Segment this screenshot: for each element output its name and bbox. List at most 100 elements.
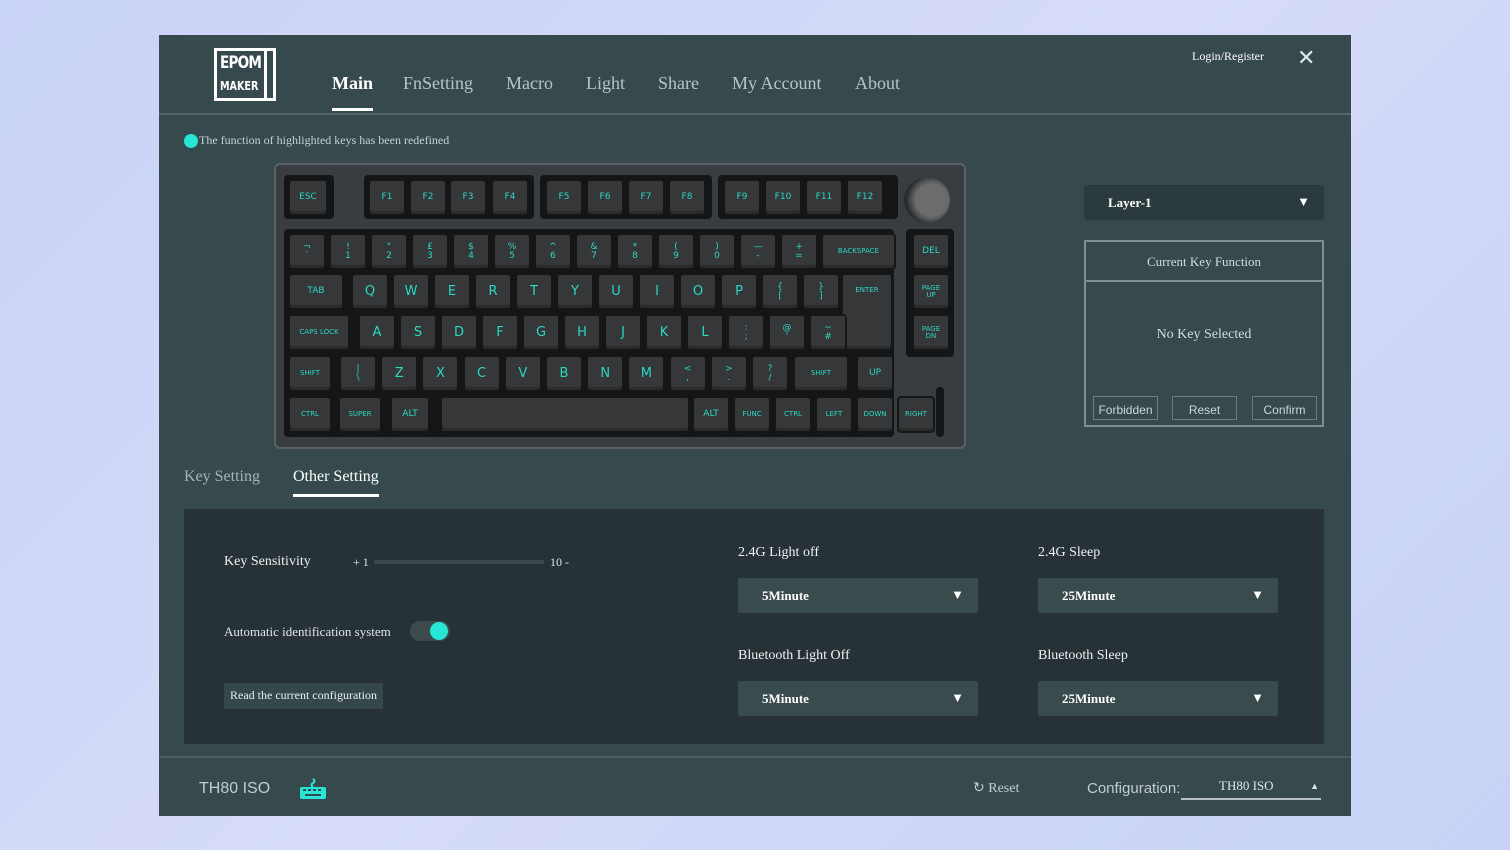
key-right[interactable]: RIGHT [897,396,935,433]
tab-other-setting[interactable]: Other Setting [293,468,379,497]
key-del[interactable]: DEL [912,233,950,270]
login-register-link[interactable]: Login/Register [1192,49,1264,64]
key--[interactable]: @ ' [768,314,806,351]
nav-main[interactable]: Main [332,73,374,111]
key-f11[interactable]: F11 [805,179,843,216]
nav-my-account[interactable]: My Account [732,73,822,94]
reset-key-button[interactable]: Reset [1172,396,1237,420]
key-d[interactable]: D [440,314,478,351]
key--[interactable]: ~ # [809,314,847,351]
key-space[interactable] [440,396,690,433]
key-f5[interactable]: F5 [545,179,583,216]
key--[interactable]: < , [668,355,707,392]
volume-knob[interactable] [904,177,950,223]
key-shift[interactable]: SHIFT [288,355,332,392]
key-left[interactable]: LEFT [815,396,853,433]
key-x[interactable]: X [421,355,460,392]
key--[interactable]: + = [780,233,818,270]
key-page-dn[interactable]: PAGE DN [912,314,950,351]
key-e[interactable]: E [433,273,471,310]
key-f10[interactable]: F10 [764,179,802,216]
key-i[interactable]: I [638,273,676,310]
key--[interactable]: | \ [339,355,377,392]
key-h[interactable]: H [563,314,601,351]
auto-id-toggle[interactable] [410,621,450,641]
footer-reset-button[interactable]: ↻ Reset [973,780,1019,797]
key-c[interactable]: C [462,355,501,392]
key-f3[interactable]: F3 [449,179,487,216]
key--[interactable]: { [ [761,273,799,310]
key--[interactable]: : ; [727,314,765,351]
key-down[interactable]: DOWN [856,396,894,433]
read-config-button[interactable]: Read the current configuration [224,683,383,709]
key-alt[interactable]: ALT [390,396,430,433]
forbidden-button[interactable]: Forbidden [1093,396,1158,420]
key-s[interactable]: S [399,314,437,351]
key--[interactable]: ¬ ` [288,233,326,270]
key-r[interactable]: R [474,273,512,310]
key-caps-lock[interactable]: CAPS LOCK [288,314,350,351]
key--[interactable]: > . [709,355,748,392]
key--7[interactable]: & 7 [575,233,613,270]
close-icon[interactable]: ✕ [1297,45,1315,71]
key-j[interactable]: J [604,314,642,351]
key-f7[interactable]: F7 [627,179,665,216]
key-v[interactable]: V [503,355,542,392]
key-enter[interactable]: ENTER [841,273,893,351]
tab-key-setting[interactable]: Key Setting [184,468,260,486]
key--6[interactable]: ^ 6 [534,233,572,270]
nav-macro[interactable]: Macro [506,73,553,94]
key-f8[interactable]: F8 [668,179,706,216]
key-f[interactable]: F [481,314,519,351]
nav-share[interactable]: Share [658,73,699,94]
key--5[interactable]: % 5 [493,233,531,270]
key-up[interactable]: UP [856,355,894,392]
nav-fnsetting[interactable]: FnSetting [403,73,473,94]
key-l[interactable]: L [686,314,724,351]
key-tab[interactable]: TAB [288,273,344,310]
key-m[interactable]: M [627,355,666,392]
key-shift[interactable]: SHIFT [793,355,849,392]
key--8[interactable]: * 8 [616,233,654,270]
key--9[interactable]: ( 9 [657,233,695,270]
key-o[interactable]: O [679,273,717,310]
key-backspace[interactable]: BACKSPACE [821,233,896,270]
key-z[interactable]: Z [380,355,419,392]
key-a[interactable]: A [358,314,396,351]
bt-sleep-select[interactable]: 25Minute ▼ [1038,681,1278,716]
layer-select[interactable]: Layer-1 ▼ [1084,185,1324,220]
key-y[interactable]: Y [556,273,594,310]
key-b[interactable]: B [545,355,583,392]
key--4[interactable]: $ 4 [452,233,490,270]
key-page-up[interactable]: PAGE UP [912,273,950,310]
key-esc[interactable]: ESC [288,179,328,216]
key-f12[interactable]: F12 [846,179,884,216]
key--[interactable]: } ] [802,273,840,310]
key-f9[interactable]: F9 [723,179,761,216]
key-super[interactable]: SUPER [338,396,382,433]
sensitivity-slider[interactable] [374,560,544,564]
confirm-button[interactable]: Confirm [1252,396,1317,420]
key-k[interactable]: K [645,314,683,351]
key-f6[interactable]: F6 [586,179,624,216]
nav-about[interactable]: About [855,73,900,94]
key-n[interactable]: N [586,355,625,392]
key-f1[interactable]: F1 [368,179,406,216]
key-alt[interactable]: ALT [692,396,730,433]
nav-light[interactable]: Light [586,73,625,94]
key--0[interactable]: ) 0 [698,233,736,270]
key-t[interactable]: T [515,273,553,310]
bt-light-off-select[interactable]: 5Minute ▼ [738,681,978,716]
key--3[interactable]: £ 3 [411,233,449,270]
key--1[interactable]: ! 1 [329,233,367,270]
configuration-select[interactable]: TH80 ISO ▲ [1181,778,1321,800]
key-g[interactable]: G [522,314,560,351]
key-f4[interactable]: F4 [491,179,529,216]
key---[interactable]: — - [739,233,777,270]
key-f2[interactable]: F2 [409,179,447,216]
key-ctrl[interactable]: CTRL [288,396,332,433]
key-ctrl[interactable]: CTRL [774,396,812,433]
key--2[interactable]: " 2 [370,233,408,270]
key--[interactable]: ? / [751,355,789,392]
key-u[interactable]: U [597,273,635,310]
